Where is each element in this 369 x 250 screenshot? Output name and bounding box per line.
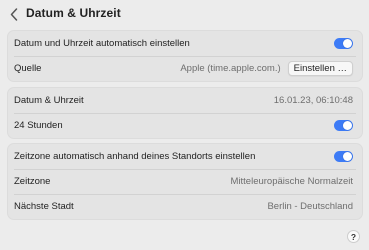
- source-label: Quelle: [14, 63, 42, 74]
- settings-window: Datum & Uhrzeit Datum und Uhrzeit automa…: [0, 0, 369, 250]
- auto-tz-toggle[interactable]: [334, 151, 353, 162]
- datetime-row: Datum & Uhrzeit 16.01.23, 06:10:48: [8, 88, 362, 113]
- toggle-knob: [343, 152, 352, 161]
- page-title: Datum & Uhrzeit: [26, 6, 121, 20]
- datetime-group: Datum & Uhrzeit 16.01.23, 06:10:48 24 St…: [7, 87, 363, 139]
- source-row: Quelle Apple (time.apple.com.) Einstelle…: [8, 56, 362, 81]
- nearest-city-label: Nächste Stadt: [14, 201, 74, 212]
- timezone-label: Zeitzone: [14, 176, 51, 187]
- header: Datum & Uhrzeit: [0, 0, 369, 28]
- nearest-city-row: Nächste Stadt Berlin - Deutschland: [8, 194, 362, 219]
- timezone-group: Zeitzone automatisch anhand deines Stand…: [7, 143, 363, 220]
- timezone-value: Mitteleuropäische Normalzeit: [230, 176, 354, 187]
- datetime-value[interactable]: 16.01.23, 06:10:48: [274, 95, 353, 106]
- back-button[interactable]: [7, 6, 21, 22]
- h24-row: 24 Stunden: [8, 113, 362, 138]
- auto-time-row: Datum und Uhrzeit automatisch einstellen: [8, 31, 362, 56]
- source-value: Apple (time.apple.com.): [180, 63, 281, 74]
- h24-label: 24 Stunden: [14, 120, 63, 131]
- timezone-row: Zeitzone Mitteleuropäische Normalzeit: [8, 169, 362, 194]
- nearest-city-value: Berlin - Deutschland: [267, 201, 353, 212]
- auto-tz-label: Zeitzone automatisch anhand deines Stand…: [14, 151, 256, 162]
- auto-time-toggle[interactable]: [334, 38, 353, 49]
- datetime-label: Datum & Uhrzeit: [14, 95, 84, 106]
- auto-time-label: Datum und Uhrzeit automatisch einstellen: [14, 38, 190, 49]
- auto-time-group: Datum und Uhrzeit automatisch einstellen…: [7, 30, 363, 82]
- h24-toggle[interactable]: [334, 120, 353, 131]
- toggle-knob: [343, 121, 352, 130]
- chevron-left-icon: [10, 7, 18, 21]
- help-button[interactable]: ?: [347, 230, 360, 243]
- toggle-knob: [343, 39, 352, 48]
- source-set-button[interactable]: Einstellen …: [287, 61, 353, 76]
- auto-tz-row: Zeitzone automatisch anhand deines Stand…: [8, 144, 362, 169]
